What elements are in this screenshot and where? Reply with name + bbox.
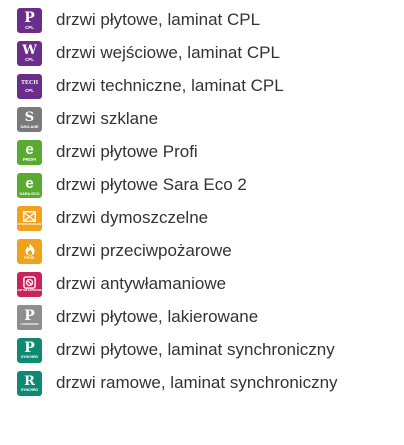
legend-item-label: drzwi płytowe Sara Eco 2 [56, 175, 247, 194]
fire-icon: P.POŻ. [17, 238, 42, 264]
legend-item-label: drzwi antywłamaniowe [56, 274, 227, 293]
legend-item: e PROFI drzwi płytowe Profi [17, 139, 198, 165]
legend-item-label: drzwi techniczne, laminat CPL [56, 76, 284, 95]
tech-cpl-icon: TECH CPL [17, 73, 42, 99]
legend-item-label: drzwi płytowe, laminat CPL [56, 10, 261, 29]
legend-item-label: drzwi dymoszczelne [56, 208, 209, 227]
e-profi-icon: e PROFI [17, 139, 42, 165]
legend-item: S SZKLANE drzwi szklane [17, 106, 158, 132]
legend-item-label: drzwi szklane [56, 109, 159, 128]
legend-item-label: drzwi wejściowe, laminat CPL [56, 43, 280, 62]
p-cpl-icon: P CPL [17, 7, 42, 33]
legend-item: ANTYWŁAMANIOWE drzwi antywłamaniowe [17, 271, 226, 297]
legend-item: W CPL drzwi wejściowe, laminat CPL [17, 40, 280, 66]
legend-item: TECH CPL drzwi techniczne, laminat CPL [17, 73, 284, 99]
legend-item-label: drzwi płytowe, laminat synchroniczny [56, 340, 335, 359]
legend-item-label: drzwi płytowe Profi [56, 142, 198, 161]
flame-glyph-icon [25, 243, 34, 256]
door-type-legend: P CPL drzwi płytowe, laminat CPL W CPL d… [0, 0, 404, 445]
w-cpl-icon: W CPL [17, 40, 42, 66]
legend-item: e SARA ECO drzwi płytowe Sara Eco 2 [17, 172, 247, 198]
antiburglary-icon: ANTYWŁAMANIOWE [17, 271, 42, 297]
s-szklane-icon: S SZKLANE [17, 106, 42, 132]
p-lakierowane-icon: P LAKIEROWANE [17, 304, 42, 330]
smoke-icon: DYMOSZCZELNE [17, 205, 42, 231]
legend-item: P.POŻ. drzwi przeciwpożarowe [17, 238, 232, 264]
lock-glyph-icon [23, 276, 36, 290]
r-synchro-icon: R SYNCHRO [17, 370, 42, 396]
e-sara-eco-icon: e SARA ECO [17, 172, 42, 198]
p-synchro-icon: P SYNCHRO [17, 337, 42, 363]
legend-item: P CPL drzwi płytowe, laminat CPL [17, 7, 260, 33]
legend-item-label: drzwi przeciwpożarowe [56, 241, 232, 260]
legend-item-label: drzwi płytowe, lakierowane [56, 307, 259, 326]
legend-item: R SYNCHRO drzwi ramowe, laminat synchron… [17, 370, 338, 396]
legend-item: DYMOSZCZELNE drzwi dymoszczelne [17, 205, 208, 231]
legend-item: P SYNCHRO drzwi płytowe, laminat synchro… [17, 337, 335, 363]
legend-item-label: drzwi ramowe, laminat synchroniczny [56, 373, 338, 392]
smoke-glyph-icon [23, 211, 36, 222]
legend-item: P LAKIEROWANE drzwi płytowe, lakierowane [17, 304, 258, 330]
